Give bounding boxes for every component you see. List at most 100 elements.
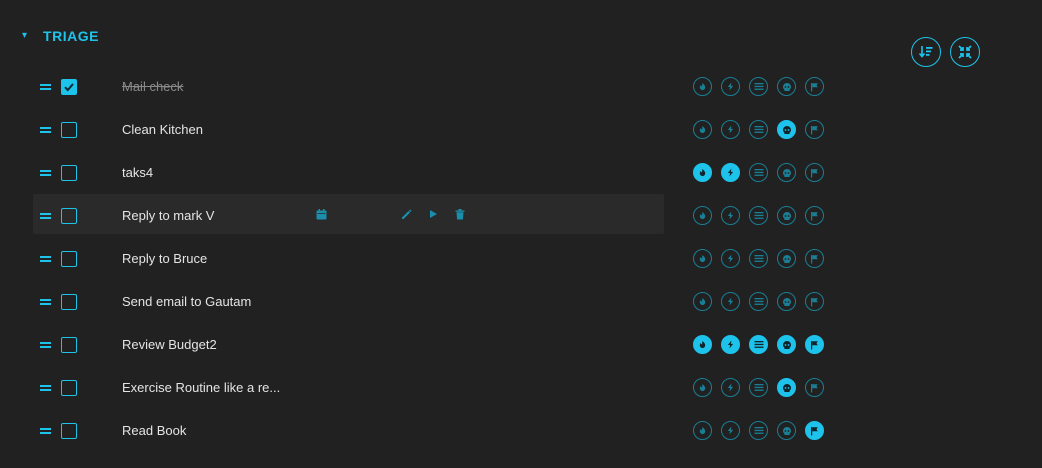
urgent-icon[interactable] [693,206,712,225]
priority-icons [693,249,824,268]
urgent-icon[interactable] [693,249,712,268]
task-label[interactable]: Reply to mark V [122,208,214,223]
task-row[interactable]: Mail check [33,65,833,108]
task-row[interactable]: Clean Kitchen [33,108,833,151]
energy-icon[interactable] [721,335,740,354]
energy-icon[interactable] [721,120,740,139]
task-row[interactable]: Review Budget2 [33,323,833,366]
task-checkbox[interactable] [61,208,77,224]
dread-icon[interactable] [777,421,796,440]
effort-icon[interactable] [749,77,768,96]
collapse-caret-icon[interactable]: ▾ [22,31,27,41]
task-checkbox[interactable] [61,337,77,353]
dread-icon[interactable] [777,206,796,225]
urgent-icon[interactable] [693,421,712,440]
dread-icon[interactable] [777,163,796,182]
play-icon[interactable] [426,207,440,221]
edit-icon[interactable] [399,207,413,221]
effort-icon[interactable] [749,378,768,397]
sort-icon [919,46,933,58]
effort-icon[interactable] [749,249,768,268]
dread-icon[interactable] [777,77,796,96]
drag-handle-icon[interactable] [40,84,51,90]
urgent-icon[interactable] [693,292,712,311]
task-row[interactable]: Read Book [33,409,833,452]
task-checkbox[interactable] [61,122,77,138]
section-header[interactable]: ▾ TRIAGE [22,28,99,44]
flag-icon[interactable] [805,292,824,311]
urgent-icon[interactable] [693,163,712,182]
urgent-icon[interactable] [693,335,712,354]
energy-icon[interactable] [721,249,740,268]
section-toolbar [911,37,980,67]
urgent-icon[interactable] [693,378,712,397]
drag-handle-icon[interactable] [40,256,51,262]
drag-handle-icon[interactable] [40,299,51,305]
energy-icon[interactable] [721,421,740,440]
flag-icon[interactable] [805,335,824,354]
effort-icon[interactable] [749,292,768,311]
priority-icons [693,163,824,182]
trash-icon[interactable] [453,207,467,221]
drag-handle-icon[interactable] [40,385,51,391]
task-checkbox[interactable] [61,294,77,310]
check-icon [64,83,74,92]
task-label[interactable]: Send email to Gautam [122,294,251,309]
section-title: TRIAGE [43,28,99,44]
flag-icon[interactable] [805,378,824,397]
dread-icon[interactable] [777,249,796,268]
task-list: Mail check Clean Kitchen taks4 Reply to mar… [33,65,833,452]
urgent-icon[interactable] [693,120,712,139]
flag-icon[interactable] [805,249,824,268]
drag-handle-icon[interactable] [40,342,51,348]
drag-handle-icon[interactable] [40,127,51,133]
task-label[interactable]: Read Book [122,423,186,438]
task-label[interactable]: Exercise Routine like a re... [122,380,280,395]
dread-icon[interactable] [777,335,796,354]
task-label[interactable]: Mail check [122,79,183,94]
task-label[interactable]: Reply to Bruce [122,251,207,266]
sort-button[interactable] [911,37,941,67]
flag-icon[interactable] [805,163,824,182]
task-row[interactable]: taks4 [33,151,833,194]
dread-icon[interactable] [777,120,796,139]
energy-icon[interactable] [721,206,740,225]
flag-icon[interactable] [805,206,824,225]
collapse-all-button[interactable] [950,37,980,67]
effort-icon[interactable] [749,206,768,225]
task-checkbox[interactable] [61,79,77,95]
task-checkbox[interactable] [61,380,77,396]
priority-icons [693,292,824,311]
flag-icon[interactable] [805,120,824,139]
task-checkbox[interactable] [61,423,77,439]
effort-icon[interactable] [749,163,768,182]
drag-handle-icon[interactable] [40,213,51,219]
task-row[interactable]: Exercise Routine like a re... [33,366,833,409]
flag-icon[interactable] [805,421,824,440]
collapse-icon [958,45,972,59]
effort-icon[interactable] [749,120,768,139]
calendar-icon[interactable] [314,207,328,221]
task-row[interactable]: Reply to Bruce [33,237,833,280]
urgent-icon[interactable] [693,77,712,96]
energy-icon[interactable] [721,292,740,311]
priority-icons [693,335,824,354]
task-label[interactable]: Clean Kitchen [122,122,203,137]
energy-icon[interactable] [721,378,740,397]
task-label[interactable]: Review Budget2 [122,337,217,352]
task-row[interactable]: Reply to mark V [33,194,833,237]
effort-icon[interactable] [749,335,768,354]
drag-handle-icon[interactable] [40,428,51,434]
task-row[interactable]: Send email to Gautam [33,280,833,323]
priority-icons [693,421,824,440]
effort-icon[interactable] [749,421,768,440]
dread-icon[interactable] [777,292,796,311]
task-label[interactable]: taks4 [122,165,153,180]
energy-icon[interactable] [721,77,740,96]
flag-icon[interactable] [805,77,824,96]
task-checkbox[interactable] [61,251,77,267]
drag-handle-icon[interactable] [40,170,51,176]
task-checkbox[interactable] [61,165,77,181]
dread-icon[interactable] [777,378,796,397]
energy-icon[interactable] [721,163,740,182]
